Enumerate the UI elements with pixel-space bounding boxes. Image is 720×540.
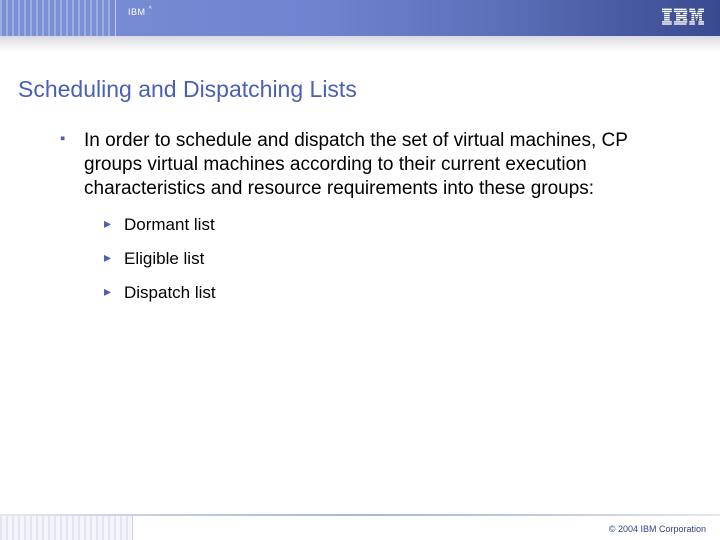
footer: © 2004 IBM Corporation [0,510,720,540]
sub-bullet: Dormant list [98,214,702,236]
footer-divider [132,516,133,540]
brand-caret: ^ [149,6,153,13]
sub-bullet: Dispatch list [98,282,702,304]
header-shadow [0,36,720,52]
content-area: Scheduling and Dispatching Lists In orde… [0,52,720,540]
slide: IBM ^ [0,0,720,540]
ibm-logo-icon [662,8,704,26]
brand-text: IBM [128,7,146,17]
slide-body: In order to schedule and dispatch the se… [18,129,702,305]
bullet-intro: In order to schedule and dispatch the se… [46,129,646,200]
header-bar: IBM ^ [0,0,720,36]
footer-stripes [0,516,132,540]
copyright-text: © 2004 IBM Corporation [609,524,706,534]
sub-bullet: Eligible list [98,248,702,270]
slide-title: Scheduling and Dispatching Lists [18,76,702,103]
header-brand-small: IBM ^ [128,6,152,17]
header-divider [115,0,116,36]
